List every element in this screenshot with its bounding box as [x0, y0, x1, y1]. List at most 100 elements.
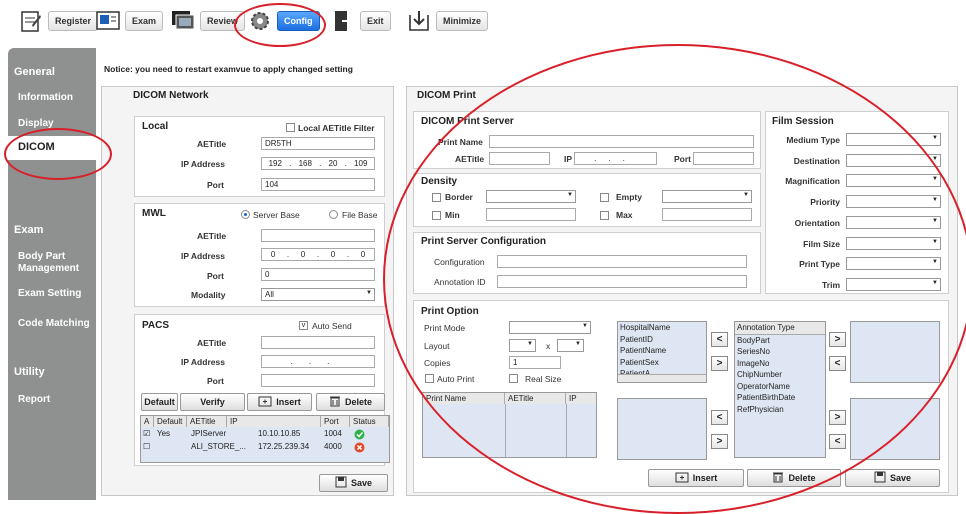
pacs-col-a[interactable]: A: [141, 416, 154, 427]
local-ip-input[interactable]: 192. 168. 20. 109: [261, 157, 375, 170]
register-button[interactable]: Register: [18, 8, 99, 34]
save-icon: [874, 471, 886, 485]
pacs-col-status[interactable]: Status: [350, 416, 389, 427]
sidebar-section-utility: Utility: [14, 366, 45, 378]
toolbar: Register Exam Review Config Exit Minimiz…: [0, 0, 966, 44]
network-save-label: Save: [350, 478, 373, 488]
trash-icon: [329, 395, 341, 409]
mwl-ip-label: IP Address: [181, 251, 225, 261]
annotation-circle: [234, 3, 326, 47]
exam-icon: [95, 8, 121, 34]
pacs-col-default[interactable]: Default: [154, 416, 187, 427]
insert-icon: [258, 396, 272, 409]
pacs-delete-button[interactable]: Delete: [316, 393, 385, 411]
pacs-col-aetitle[interactable]: AETitle: [187, 416, 227, 427]
table-row[interactable]: ☐ ALI_STORE_... 172.25.239.34 4000: [141, 442, 389, 454]
pacs-ip-label: IP Address: [181, 357, 225, 367]
local-title: Local: [142, 121, 169, 132]
row-port: 1004: [324, 429, 342, 438]
local-ip-octet-2: 168: [298, 159, 312, 168]
exam-button[interactable]: Exam: [95, 8, 164, 34]
local-aetitle-input[interactable]: DR5TH: [261, 137, 375, 150]
mwl-port-label: Port: [207, 271, 224, 281]
modality-label: Modality: [191, 290, 226, 300]
mwl-ip-octet-3: 0: [330, 250, 336, 259]
local-port-label: Port: [207, 180, 224, 190]
pacs-port-input[interactable]: [261, 374, 375, 387]
pacs-aetitle-label: AETitle: [197, 338, 227, 348]
mwl-ip-octet-1: 0: [270, 250, 276, 259]
local-ip-octet-1: 192: [268, 159, 282, 168]
mwl-ip-input[interactable]: 0. 0. 0. 0: [261, 248, 375, 261]
register-icon: [18, 8, 44, 34]
sidebar-item-report[interactable]: Report: [18, 394, 50, 406]
print-save-button[interactable]: Save: [845, 469, 940, 487]
mwl-aetitle-input[interactable]: [261, 229, 375, 242]
local-aetitle-label: AETitle: [197, 139, 227, 149]
pacs-title: PACS: [142, 320, 170, 331]
row-ip: 172.25.239.34: [258, 442, 310, 451]
auto-send-label: Auto Send: [312, 321, 352, 331]
local-ip-octet-4: 109: [354, 159, 368, 168]
row-port: 4000: [324, 442, 342, 451]
mwl-title: MWL: [142, 208, 166, 219]
network-save-button[interactable]: Save: [319, 474, 388, 492]
ip-dot: .: [316, 250, 320, 259]
file-base-radio[interactable]: [329, 210, 338, 219]
pacs-insert-button[interactable]: Insert: [247, 393, 312, 411]
exit-button[interactable]: Exit: [330, 8, 391, 34]
exit-label: Exit: [360, 11, 391, 31]
ip-dot: .: [289, 159, 292, 168]
mwl-aetitle-label: AETitle: [197, 231, 227, 241]
minimize-icon: [406, 8, 432, 34]
local-aetitle-filter-checkbox[interactable]: [286, 123, 295, 132]
verify-button[interactable]: Verify: [180, 393, 245, 411]
sidebar: General Information Display DICOM Exam B…: [8, 48, 96, 500]
sidebar-item-code-matching[interactable]: Code Matching: [18, 318, 90, 330]
row-default: Yes: [157, 429, 171, 438]
pacs-table: A Default AETitle IP Port Status ☑ Yes J…: [140, 415, 390, 463]
verify-button-label: Verify: [200, 397, 225, 407]
pacs-ip-input[interactable]: ...: [261, 355, 375, 368]
sidebar-section-general: General: [14, 66, 55, 78]
exam-label: Exam: [125, 11, 164, 31]
register-label: Register: [48, 11, 99, 31]
pacs-aetitle-input[interactable]: [261, 336, 375, 349]
pacs-col-port[interactable]: Port: [321, 416, 350, 427]
status-error-icon: [354, 442, 365, 455]
auto-send-checkbox[interactable]: v: [299, 321, 308, 330]
sidebar-item-information[interactable]: Information: [18, 92, 73, 104]
pacs-col-ip[interactable]: IP: [227, 416, 321, 427]
local-aetitle-filter-label: Local AETitle Filter: [298, 123, 375, 133]
sidebar-item-exam-setting[interactable]: Exam Setting: [18, 288, 81, 300]
minimize-label: Minimize: [436, 11, 489, 31]
notice-text: Notice: you need to restart examvue to a…: [104, 64, 353, 74]
dicom-print-title: DICOM Print: [417, 90, 476, 101]
dicom-network-title: DICOM Network: [133, 90, 209, 101]
row-checkbox[interactable]: ☑: [143, 429, 150, 438]
row-checkbox[interactable]: ☐: [143, 442, 150, 451]
exit-icon: [330, 8, 356, 34]
sidebar-item-body-part[interactable]: Body Part Management: [18, 251, 88, 275]
annotation-circle: [383, 44, 966, 514]
ip-dot: .: [344, 159, 347, 168]
ip-dot: .: [286, 250, 290, 259]
sidebar-section-exam: Exam: [14, 224, 44, 236]
table-row[interactable]: ☑ Yes JPIServer 10.10.10.85 1004: [141, 429, 389, 441]
status-ok-icon: [354, 429, 365, 442]
ip-dot: .: [346, 250, 350, 259]
pacs-insert-label: Insert: [276, 397, 301, 407]
minimize-button[interactable]: Minimize: [406, 8, 489, 34]
row-ip: 10.10.10.85: [258, 429, 301, 438]
mwl-ip-octet-2: 0: [300, 250, 306, 259]
local-port-input[interactable]: 104: [261, 178, 375, 191]
modality-select[interactable]: All: [261, 288, 375, 301]
server-base-label: Server Base: [253, 210, 300, 220]
ip-dot: .: [319, 159, 322, 168]
local-ip-octet-3: 20: [328, 159, 338, 168]
mwl-port-input[interactable]: 0: [261, 268, 375, 281]
mwl-ip-octet-4: 0: [360, 250, 366, 259]
default-button[interactable]: Default: [141, 393, 178, 411]
server-base-radio[interactable]: [241, 210, 250, 219]
print-save-label: Save: [889, 473, 912, 483]
